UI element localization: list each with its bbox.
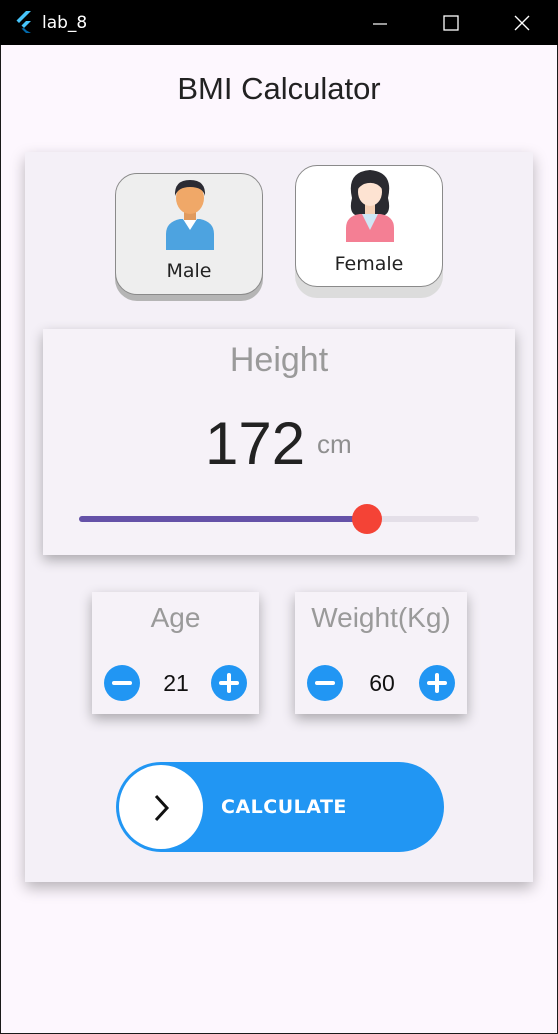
- age-card: Age 21: [92, 592, 259, 714]
- app-body: BMI Calculator Male Female Height 172 cm: [1, 45, 557, 1033]
- chevron-right-icon: [154, 794, 170, 822]
- close-button[interactable]: [487, 0, 557, 45]
- female-label: Female: [334, 253, 404, 275]
- age-increment-button[interactable]: [211, 665, 247, 701]
- height-unit: cm: [317, 429, 352, 459]
- page-title: BMI Calculator: [177, 71, 381, 106]
- flutter-logo-icon: [16, 11, 31, 33]
- slider-active-track: [79, 516, 367, 522]
- minimize-button[interactable]: [345, 0, 415, 45]
- slider-thumb[interactable]: [352, 504, 382, 534]
- weight-decrement-button[interactable]: [307, 665, 343, 701]
- maximize-icon: [443, 14, 459, 31]
- height-value: 172: [205, 410, 306, 477]
- age-label: Age: [150, 602, 201, 633]
- maximize-button[interactable]: [416, 0, 486, 45]
- age-decrement-button[interactable]: [104, 665, 140, 701]
- weight-increment-button[interactable]: [419, 665, 455, 701]
- height-slider[interactable]: [79, 504, 479, 534]
- calculate-label: CALCULATE: [221, 796, 347, 818]
- height-card: Height 172 cm: [43, 329, 515, 555]
- calculate-knob[interactable]: [119, 765, 203, 849]
- minimize-icon: [373, 22, 387, 25]
- calculate-button[interactable]: CALCULATE: [116, 762, 444, 852]
- height-label: Height: [229, 341, 329, 379]
- weight-label: Weight(Kg): [311, 602, 451, 633]
- close-icon: [514, 15, 530, 30]
- female-avatar-icon: [346, 170, 394, 242]
- male-label: Male: [166, 260, 212, 282]
- weight-card: Weight(Kg) 60: [295, 592, 467, 714]
- age-value: 21: [163, 670, 189, 696]
- male-avatar-icon: [166, 180, 214, 250]
- window-title: lab_8: [42, 13, 88, 33]
- female-option[interactable]: Female: [295, 165, 443, 287]
- male-option[interactable]: Male: [115, 173, 263, 295]
- title-bar: lab_8: [0, 0, 558, 45]
- weight-value: 60: [369, 670, 395, 696]
